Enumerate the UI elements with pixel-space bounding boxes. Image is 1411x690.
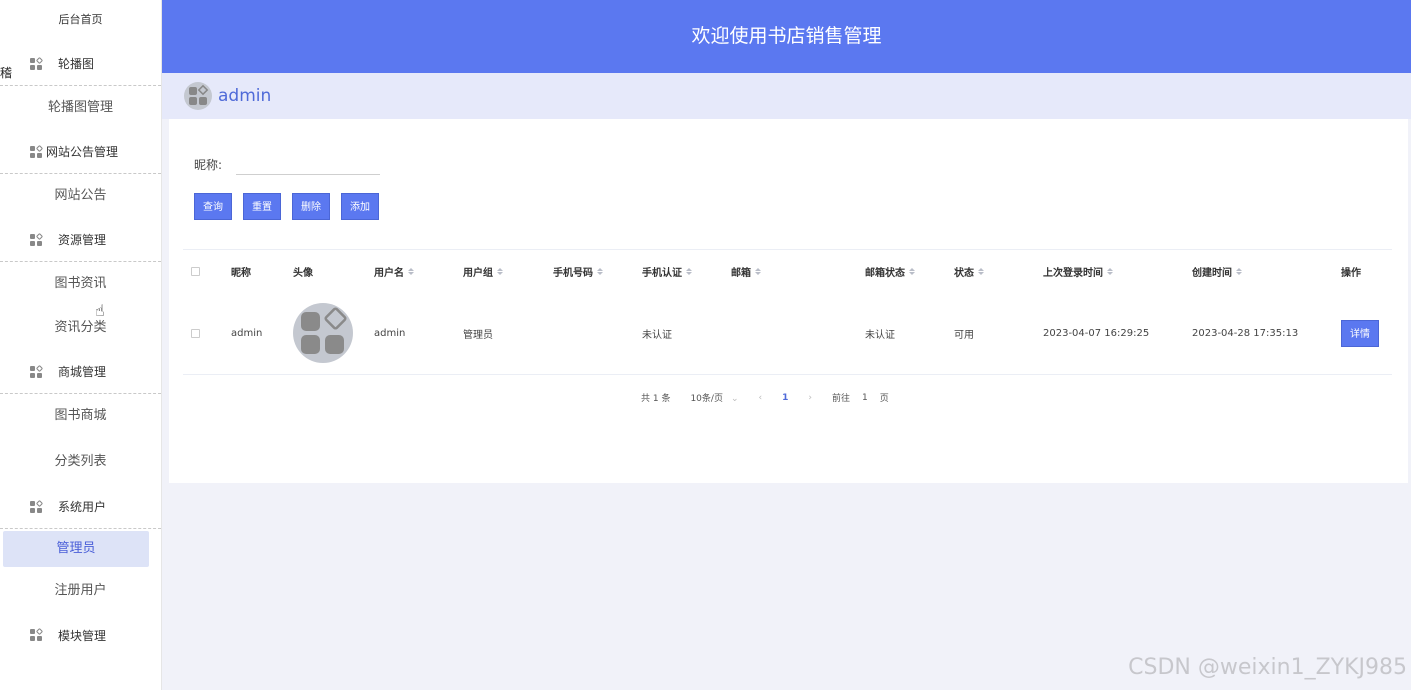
watermark: CSDN @weixin1_ZYKJ985 [1128,655,1407,680]
cell-phone-verify: 未认证 [642,329,672,341]
row-checkbox[interactable] [191,328,200,338]
col-created[interactable]: 创建时间 [1192,264,1341,279]
avatar [184,82,212,110]
cell-last-login: 2023-04-07 16:29:25 [1043,327,1150,339]
sidebar-item-home[interactable]: 后台首页 [0,0,161,42]
page-size-select[interactable]: 10条/页 ⌄ [690,391,738,404]
page-unit-label: 页 [879,394,889,404]
grid-icon [30,499,44,513]
sidebar-group-label: 系统用户 [58,500,107,514]
sort-icon[interactable] [497,267,503,275]
sidebar-item-notice[interactable]: 网站公告 [0,174,161,218]
sort-icon[interactable] [686,267,692,275]
col-group[interactable]: 用户组 [463,264,553,279]
grid-icon [30,144,44,158]
goto-label: 前往 [831,394,850,404]
sidebar-group-label: 商城管理 [58,365,107,379]
page-header: 欢迎使用书店销售管理 [162,0,1411,73]
sort-icon[interactable] [1107,267,1113,275]
sidebar-item-registered-user[interactable]: 注册用户 [0,569,161,613]
sidebar-item-news-category[interactable]: 资讯分类 [0,306,161,350]
sidebar-group-notice[interactable]: 网站公告管理 [0,130,161,174]
pagination: 共 1 条 10条/页 ⌄ ‹ 1 › 前往 1 页 [641,391,909,405]
query-button[interactable]: 查询 [194,193,232,220]
sidebar-item-category-list[interactable]: 分类列表 [0,438,161,485]
sidebar-item-book-mall[interactable]: 图书商城 [0,394,161,438]
add-button[interactable]: 添加 [341,193,379,220]
chevron-down-icon: ⌄ [730,394,739,404]
col-avatar: 头像 [293,267,313,279]
cell-action: 详情 [1341,319,1401,347]
sidebar-group-mall[interactable]: 商城管理 [0,350,161,394]
cell-created: 2023-04-28 17:35:13 [1192,327,1299,339]
col-last-login[interactable]: 上次登录时间 [1043,264,1192,279]
grid-icon [30,627,44,641]
col-nickname: 昵称 [231,267,251,279]
avatar-image [293,303,353,363]
col-email[interactable]: 邮箱 [731,264,865,279]
nickname-input[interactable] [236,153,381,175]
table-row: admin admin 管理员 未认证 未认证 可用 2023-04-07 16… [183,292,1392,374]
cell-username: admin [374,327,406,339]
sidebar-stub-text: 稽 [0,66,13,80]
select-all-checkbox[interactable] [191,266,200,276]
page-number[interactable]: 1 [782,393,788,403]
col-phone-verify[interactable]: 手机认证 [642,264,731,279]
sort-icon[interactable] [1236,267,1242,275]
username-label[interactable]: admin [218,86,271,106]
col-username[interactable]: 用户名 [374,264,463,279]
sort-icon[interactable] [408,267,414,275]
sidebar: 后台首页 轮播图 轮播图管理 网站公告管理 网站公告 资源管理 图书资讯 资讯分… [0,0,162,690]
search-row: 昵称: [194,153,381,175]
cell-group: 管理员 [463,329,493,341]
main-card: 昵称: 查询 重置 删除 添加 昵称 头像 用户名 用户组 手机号码 手机认证 … [169,119,1408,483]
user-bar: admin [162,73,1411,119]
pointer-cursor-icon: ☝ [95,301,105,320]
cell-status: 可用 [954,329,974,341]
cell-avatar [293,303,374,363]
cell-nickname: admin [231,327,263,339]
sidebar-group-system-user[interactable]: 系统用户 [0,485,161,529]
action-buttons: 查询 重置 删除 添加 [194,193,390,220]
search-label: 昵称: [194,157,223,172]
grid-icon [30,56,44,70]
sort-icon[interactable] [597,267,603,275]
sidebar-item-carousel-manage[interactable]: 轮播图管理 [0,86,161,130]
sidebar-group-label: 模块管理 [58,628,107,643]
sort-icon[interactable] [909,267,915,275]
sidebar-item-admin[interactable]: 管理员 [3,531,149,567]
goto-page-input[interactable]: 1 [862,393,868,403]
sort-icon[interactable] [978,267,984,275]
grid-icon [30,232,44,246]
sidebar-group-label: 资源管理 [58,233,107,247]
col-email-status[interactable]: 邮箱状态 [865,264,954,279]
table-header: 昵称 头像 用户名 用户组 手机号码 手机认证 邮箱 邮箱状态 状态 上次登录时… [183,250,1392,292]
sidebar-group-resource[interactable]: 资源管理 [0,218,161,262]
col-status[interactable]: 状态 [954,264,1043,279]
detail-button[interactable]: 详情 [1341,319,1379,347]
sidebar-group-module[interactable]: 模块管理 [0,613,161,657]
next-page-icon[interactable]: › [808,393,812,403]
sidebar-group-carousel[interactable]: 轮播图 [0,42,161,86]
delete-button[interactable]: 删除 [292,193,330,220]
cell-email-status: 未认证 [865,329,895,341]
grid-icon [30,364,44,378]
reset-button[interactable]: 重置 [243,193,281,220]
prev-page-icon[interactable]: ‹ [759,393,763,403]
sidebar-item-book-news[interactable]: 图书资讯 [0,262,161,306]
col-phone[interactable]: 手机号码 [553,264,642,279]
sidebar-group-label: 轮播图 [58,57,95,71]
sidebar-group-label: 网站公告管理 [46,145,119,159]
sort-icon[interactable] [755,267,761,275]
page-title: 欢迎使用书店销售管理 [691,25,882,47]
admin-table: 昵称 头像 用户名 用户组 手机号码 手机认证 邮箱 邮箱状态 状态 上次登录时… [183,249,1392,375]
col-action: 操作 [1341,267,1361,279]
pager-total: 共 1 条 [641,394,671,404]
